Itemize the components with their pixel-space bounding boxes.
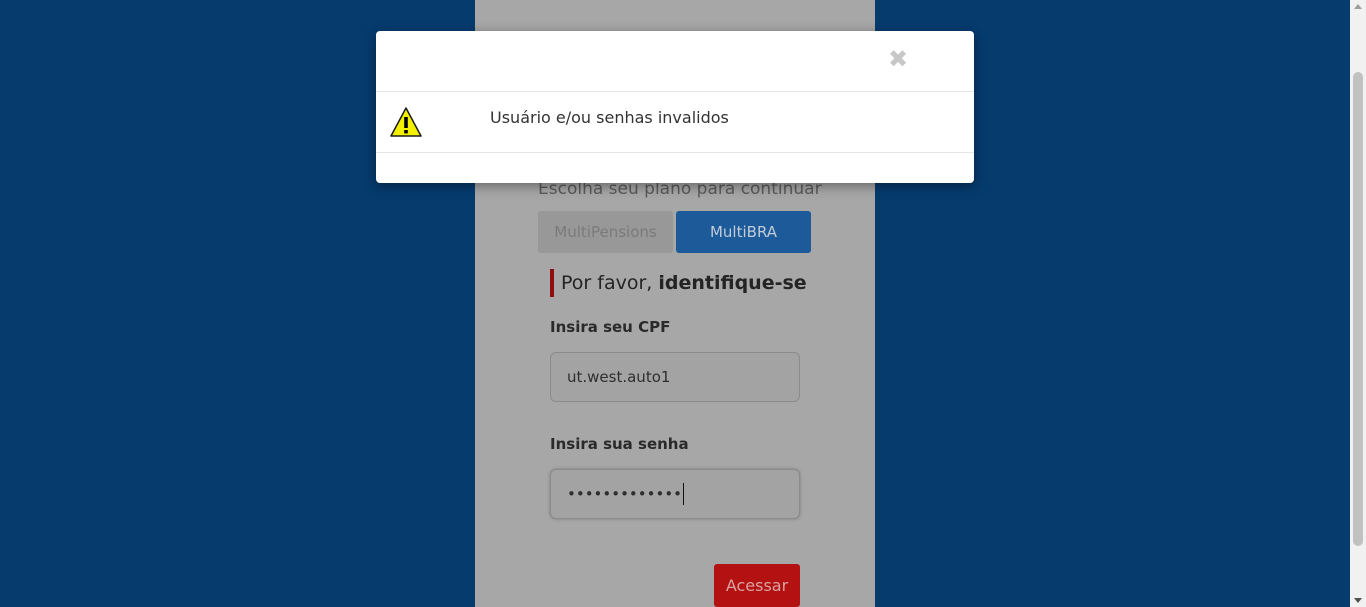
identify-prefix: Por favor, [561,272,659,294]
cpf-value: ut.west.auto1 [567,368,671,386]
modal-message: Usuário e/ou senhas invalidos [490,108,729,127]
password-label: Insira sua senha [550,435,689,453]
scroll-down-arrow-icon[interactable] [1354,598,1362,603]
password-value: ••••••••••••• [567,485,683,503]
cpf-input[interactable]: ut.west.auto1 [550,352,800,402]
password-input[interactable]: ••••••••••••• [550,469,800,519]
warning-icon [390,107,422,137]
close-icon[interactable]: ✖ [885,46,911,72]
vertical-scrollbar[interactable] [1350,0,1366,607]
plan-multipensions-button[interactable]: MultiPensions [538,211,673,253]
plan-multibra-button[interactable]: MultiBRA [676,211,811,253]
text-caret [683,483,685,505]
identify-heading: Por favor, identifique-se [550,269,807,297]
cpf-label: Insira seu CPF [550,318,671,336]
access-button[interactable]: Acessar [714,564,800,607]
scroll-up-arrow-icon[interactable] [1354,4,1362,9]
identify-bold: identifique-se [658,272,807,294]
error-modal: ✖ Usuário e/ou senhas invalidos [376,31,974,183]
modal-header: ✖ [376,31,974,92]
scrollbar-thumb[interactable] [1353,72,1363,546]
modal-body: Usuário e/ou senhas invalidos [376,92,974,153]
